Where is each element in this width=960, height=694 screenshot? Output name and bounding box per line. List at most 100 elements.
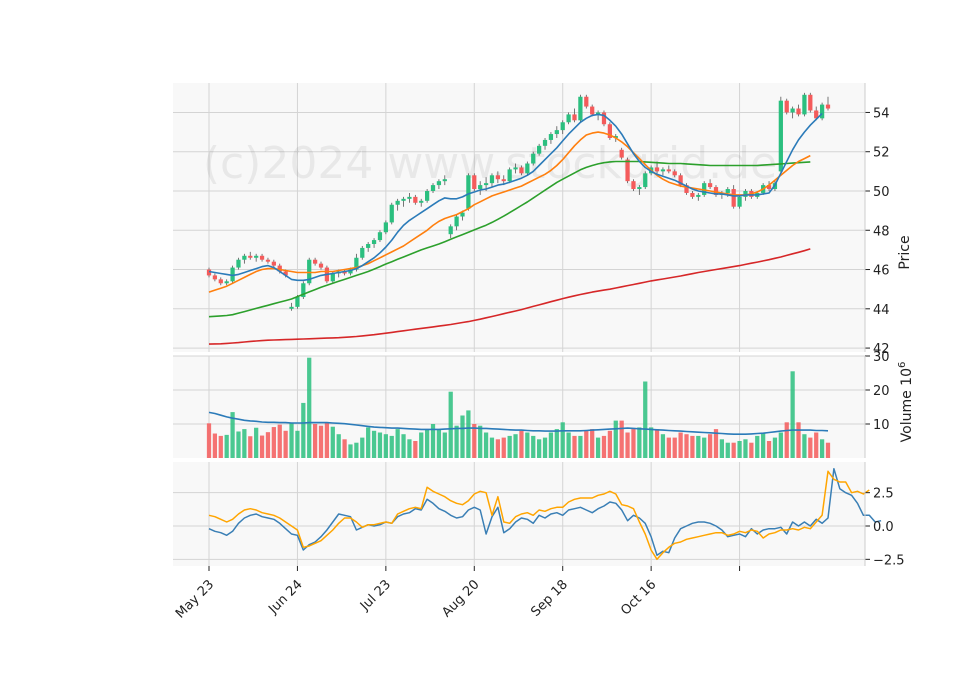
volume-bar xyxy=(637,427,642,458)
candle-body xyxy=(224,281,229,284)
volume-bar xyxy=(395,429,400,458)
volume-bar xyxy=(366,427,371,458)
candle-body xyxy=(531,153,536,164)
macd-panel-bg xyxy=(173,462,865,566)
volume-bar xyxy=(525,432,530,458)
x-tick-label: Oct 16 xyxy=(618,577,659,618)
macd-y-tick-label: −2.5 xyxy=(873,553,905,568)
volume-bar xyxy=(371,430,377,458)
volume-bar xyxy=(248,436,253,458)
candle-body xyxy=(466,175,471,209)
candle-body xyxy=(619,149,624,158)
candle-body xyxy=(808,94,813,111)
volume-bar xyxy=(295,430,300,458)
volume-bar xyxy=(702,437,707,458)
volume-bar xyxy=(684,434,689,458)
volume-bar xyxy=(354,442,359,458)
volume-bar xyxy=(731,442,736,458)
volume-bar xyxy=(483,432,489,458)
candle-body xyxy=(513,167,518,170)
volume-bar xyxy=(324,422,330,458)
volume-bar xyxy=(507,435,512,458)
volume-bar xyxy=(654,429,660,458)
candle-body xyxy=(419,200,424,203)
price-y-tick-label: 48 xyxy=(873,224,890,239)
candle-body xyxy=(790,108,795,113)
volume-bar xyxy=(796,422,801,458)
candle-body xyxy=(731,189,736,207)
volume-bar xyxy=(401,434,406,458)
volume-bar xyxy=(660,434,666,458)
candle-body xyxy=(318,263,324,268)
volume-bar xyxy=(419,432,424,458)
candle-body xyxy=(248,255,253,258)
volume-bar xyxy=(224,434,229,458)
volume-bar xyxy=(377,432,383,458)
candle-body xyxy=(654,167,660,172)
candle-body xyxy=(778,100,783,172)
candle-body xyxy=(784,100,789,113)
candle-body xyxy=(548,134,554,140)
candle-body xyxy=(660,169,666,172)
candle-body xyxy=(218,279,223,284)
volume-bar xyxy=(442,432,447,458)
candle-body xyxy=(519,167,524,174)
volume-bar xyxy=(696,435,701,458)
stock-chart: (c)2024 www.stockgrid.de May 23 Jun 24 Jul… xyxy=(0,0,960,690)
candle xyxy=(784,98,789,115)
volume-bar xyxy=(666,437,671,458)
volume-bar xyxy=(560,422,565,458)
candle-body xyxy=(666,169,671,172)
candle-body xyxy=(383,222,388,233)
candle-body xyxy=(796,108,801,115)
volume-bar xyxy=(413,441,418,458)
candle xyxy=(643,171,648,190)
volume-bar xyxy=(808,437,813,458)
candle xyxy=(778,96,783,174)
volume-bar xyxy=(460,415,465,458)
volume-bar xyxy=(425,429,430,458)
volume-bar xyxy=(613,420,618,458)
candle-body xyxy=(672,171,677,176)
volume-bar xyxy=(259,435,265,458)
candle-body xyxy=(212,275,218,280)
volume-bar xyxy=(725,442,730,458)
candle xyxy=(383,220,388,235)
volume-bar xyxy=(342,439,347,458)
candle-body xyxy=(236,259,241,268)
candle-body xyxy=(289,306,294,309)
candle-body xyxy=(407,196,412,199)
candle-body xyxy=(483,183,489,186)
candle-body xyxy=(271,261,276,266)
candle-body xyxy=(507,169,512,182)
candle-body xyxy=(366,244,371,248)
price-y-tick-label: 50 xyxy=(873,185,890,200)
x-tick-label: Jun 24 xyxy=(265,577,305,617)
volume-bar xyxy=(825,442,831,458)
candle xyxy=(531,151,536,166)
volume-bar xyxy=(472,424,477,458)
volume-bar xyxy=(572,435,577,458)
volume-bar xyxy=(737,441,742,458)
candle-body xyxy=(259,255,265,260)
candle-body xyxy=(566,114,571,123)
x-tick-label: Jul 23 xyxy=(357,577,394,614)
candle-body xyxy=(436,181,442,186)
candle-body xyxy=(631,181,636,190)
volume-bar xyxy=(584,430,589,458)
volume-bar xyxy=(566,432,571,458)
candle-body xyxy=(489,175,495,184)
volume-bar xyxy=(513,434,518,458)
volume-bar xyxy=(778,432,783,458)
volume-bar xyxy=(814,432,819,458)
candle xyxy=(507,167,512,184)
candle-body xyxy=(737,196,742,207)
volume-bar xyxy=(489,437,495,458)
candle-body xyxy=(295,297,300,307)
candle-body xyxy=(401,198,406,201)
volume-bar xyxy=(307,357,312,458)
volume-bar xyxy=(254,427,259,458)
volume-axis-label: Volume 106 xyxy=(897,362,915,443)
candle-body xyxy=(554,130,559,135)
volume-bar xyxy=(743,439,748,458)
